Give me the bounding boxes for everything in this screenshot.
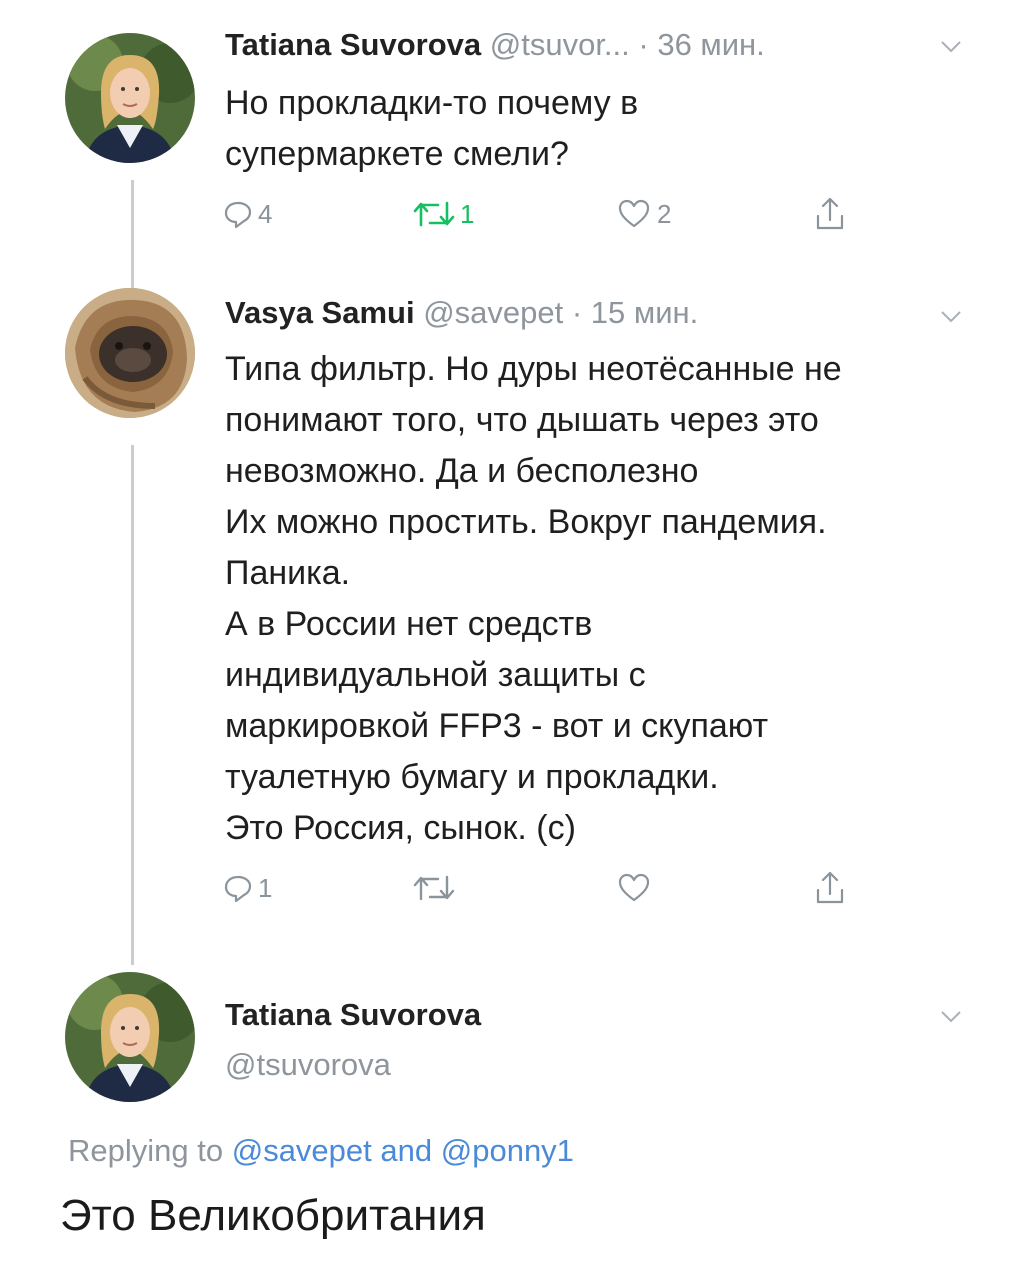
reply-icon (224, 875, 252, 903)
share-button[interactable] (814, 868, 846, 908)
author-handle[interactable]: @savepet (423, 295, 563, 330)
reply-count: 4 (258, 198, 273, 229)
tweet-actions: 4 1 2 (222, 194, 862, 234)
tweet-header: Tatiana Suvorova @tsuvor... · 36 мин. (225, 27, 765, 63)
author-name[interactable]: Tatiana Suvorova (225, 27, 481, 62)
reply-button[interactable]: 4 (222, 194, 272, 234)
replying-to-label: Replying to (68, 1133, 224, 1168)
like-button[interactable]: 2 (617, 194, 671, 234)
retweet-button[interactable] (412, 868, 456, 908)
like-icon (618, 873, 650, 902)
chevron-down-icon[interactable] (940, 310, 962, 324)
reply-icon (224, 201, 252, 229)
timestamp[interactable]: · 15 мин. (572, 295, 698, 330)
replying-and: and (380, 1133, 433, 1168)
thread-line (131, 180, 134, 288)
share-icon (816, 871, 844, 904)
reply-count: 1 (258, 872, 273, 903)
retweet-icon (413, 201, 455, 227)
tweet-text: Типа фильтр. Но дуры неотёсанные не пони… (225, 350, 842, 847)
tweet-header: Vasya Samui @savepet · 15 мин. (225, 295, 698, 331)
share-icon (816, 197, 844, 230)
thread-line (131, 445, 134, 965)
reply-button[interactable]: 1 (222, 868, 272, 908)
avatar[interactable] (65, 33, 195, 163)
mention-link[interactable]: @savepet (232, 1133, 372, 1168)
author-name[interactable]: Tatiana Suvorova (225, 997, 481, 1033)
retweet-count: 1 (460, 198, 475, 229)
timestamp[interactable]: · 36 мин. (638, 27, 764, 62)
retweet-icon (413, 875, 455, 901)
tweet-actions: 1 (222, 868, 862, 908)
author-handle[interactable]: @tsuvorova (225, 1047, 391, 1083)
like-icon (618, 199, 650, 228)
avatar[interactable] (65, 288, 195, 418)
author-name[interactable]: Vasya Samui (225, 295, 415, 330)
tweet-text: Но прокладки-то почему в супермаркете см… (225, 84, 639, 173)
avatar[interactable] (65, 972, 195, 1102)
author-name-text: Tatiana Suvorova (225, 997, 482, 1032)
tweet-text: Это Великобритания (60, 1191, 486, 1240)
mention-link[interactable]: @ponny1 (441, 1133, 574, 1168)
replying-to: Replying to @savepet and @ponny1 (68, 1133, 574, 1169)
like-count: 2 (657, 198, 672, 229)
like-button[interactable] (617, 868, 651, 908)
author-handle[interactable]: @tsuvor... (490, 27, 630, 62)
chevron-down-icon[interactable] (940, 40, 962, 54)
chevron-down-icon[interactable] (940, 1010, 962, 1024)
retweet-button[interactable]: 1 (412, 194, 474, 234)
share-button[interactable] (814, 194, 846, 234)
